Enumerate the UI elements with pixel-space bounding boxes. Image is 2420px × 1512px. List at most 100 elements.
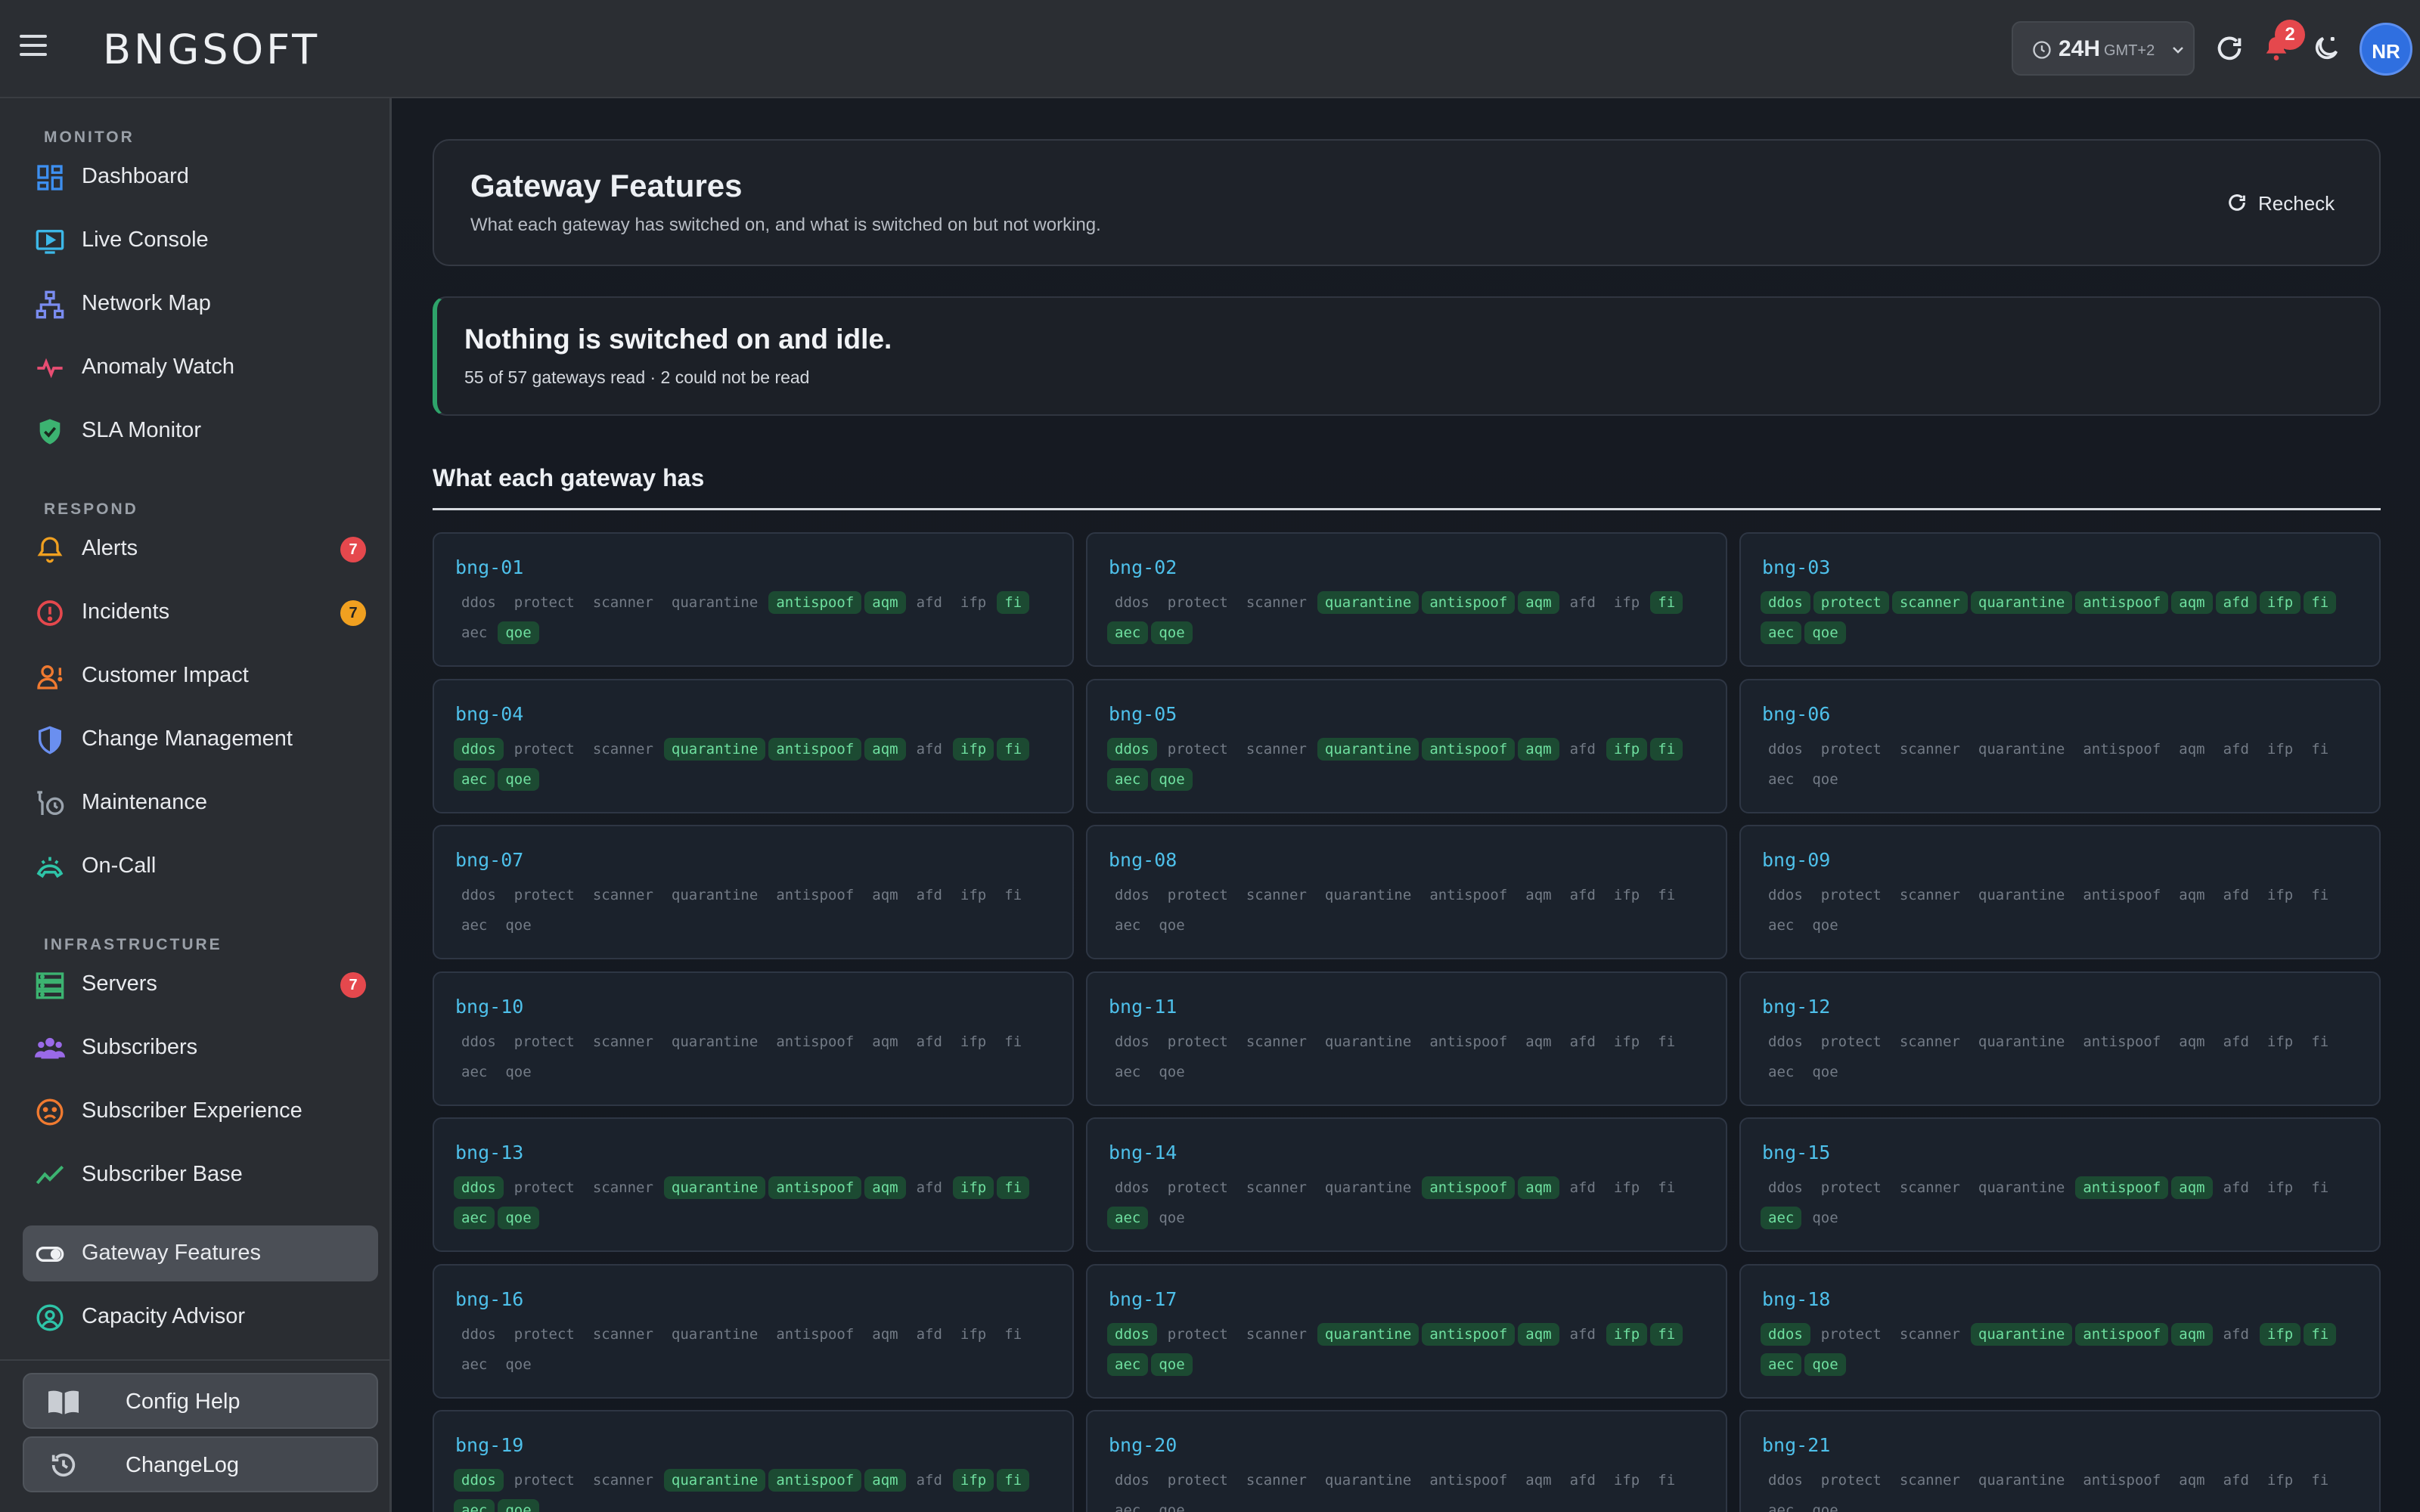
sidebar-item-live-console[interactable]: Live Console <box>23 212 378 268</box>
feature-tag-qoe-off: qoe <box>505 1356 532 1373</box>
feature-tag-qoe-on: qoe <box>1151 621 1193 644</box>
feature-tag-protect-off: protect <box>513 887 575 903</box>
gateway-card[interactable]: bng-15 ddos protect scanner quarantine antisp… <box>1739 1117 2381 1252</box>
changelog-button[interactable]: ChangeLog <box>23 1436 378 1492</box>
gateway-name[interactable]: bng-17 <box>1109 1288 1177 1310</box>
gateway-card[interactable]: bng-08 ddos protect scanner quarantine antisp… <box>1086 825 1727 959</box>
gateway-card[interactable]: bng-16 ddos protect scanner quarantine antisp… <box>433 1264 1074 1399</box>
gateway-name[interactable]: bng-09 <box>1762 849 1830 871</box>
feature-tag-qoe-on: qoe <box>498 1207 539 1229</box>
gateway-name[interactable]: bng-07 <box>455 849 523 871</box>
feature-tag-afd-off: afd <box>2223 741 2249 758</box>
feature-tag-aec-on: aec <box>1107 1207 1149 1229</box>
sidebar-item-capacity-advisor[interactable]: Capacity Advisor <box>23 1289 378 1345</box>
feature-tag-scanner-off: scanner <box>592 1179 653 1196</box>
gateway-name[interactable]: bng-14 <box>1109 1142 1177 1163</box>
gateway-name[interactable]: bng-05 <box>1109 703 1177 725</box>
moon-icon[interactable] <box>2311 33 2341 64</box>
feature-tag-aec-off: aec <box>461 917 488 934</box>
feature-tag-quarantine-on: quarantine <box>1317 738 1419 761</box>
gateway-card[interactable]: bng-02 ddos protect scanner quarantine antisp… <box>1086 532 1727 667</box>
menu-icon[interactable] <box>20 35 47 62</box>
gateway-card[interactable]: bng-09 ddos protect scanner quarantine antisp… <box>1739 825 2381 959</box>
gateway-card[interactable]: bng-21 ddos protect scanner quarantine antisp… <box>1739 1410 2381 1512</box>
gateway-name[interactable]: bng-18 <box>1762 1288 1830 1310</box>
gateway-name[interactable]: bng-15 <box>1762 1142 1830 1163</box>
sidebar-item-on-call[interactable]: On-Call <box>23 838 378 894</box>
gateway-name[interactable]: bng-08 <box>1109 849 1177 871</box>
gateway-name[interactable]: bng-13 <box>455 1142 523 1163</box>
gateway-name[interactable]: bng-20 <box>1109 1434 1177 1456</box>
sidebar-item-servers[interactable]: Servers 7 <box>23 956 378 1012</box>
sidebar-item-customer-impact[interactable]: Customer Impact <box>23 648 378 704</box>
feature-tag-aec-off: aec <box>1115 1502 1141 1512</box>
feature-tag-aqm-off: aqm <box>2179 887 2205 903</box>
sidebar-item-sla-monitor[interactable]: SLA Monitor <box>23 403 378 459</box>
feature-tag-scanner-off: scanner <box>1246 594 1307 611</box>
sidebar-item-label: Anomaly Watch <box>82 355 234 379</box>
sidebar-item-subscriber-base[interactable]: Subscriber Base <box>23 1147 378 1203</box>
feature-tag-ddos-off: ddos <box>1768 741 1803 758</box>
gateway-name[interactable]: bng-12 <box>1762 996 1830 1018</box>
refresh-icon[interactable] <box>2214 33 2245 64</box>
feature-tag-fi-off: fi <box>2311 1179 2329 1196</box>
gateway-name[interactable]: bng-06 <box>1762 703 1830 725</box>
config-help-button[interactable]: Config Help <box>23 1373 378 1429</box>
sidebar-item-dashboard[interactable]: Dashboard <box>23 149 378 205</box>
gateway-card[interactable]: bng-20 ddos protect scanner quarantine antisp… <box>1086 1410 1727 1512</box>
gateway-card[interactable]: bng-04 ddos protect scanner quarantine antisp… <box>433 679 1074 813</box>
gateway-name[interactable]: bng-19 <box>455 1434 523 1456</box>
recheck-button[interactable]: Recheck <box>2216 181 2367 224</box>
gateway-card[interactable]: bng-19 ddos protect scanner quarantine antisp… <box>433 1410 1074 1512</box>
gateway-name[interactable]: bng-03 <box>1762 556 1830 578</box>
gateway-card[interactable]: bng-11 ddos protect scanner quarantine antisp… <box>1086 971 1727 1106</box>
gateway-card[interactable]: bng-13 ddos protect scanner quarantine antisp… <box>433 1117 1074 1252</box>
feature-tag-afd-off: afd <box>2223 1179 2249 1196</box>
sidebar-item-label: Dashboard <box>82 164 189 188</box>
feature-tag-ddos-on: ddos <box>454 738 504 761</box>
sidebar-item-gateway-features[interactable]: Gateway Features <box>23 1225 378 1281</box>
sidebar-item-maintenance[interactable]: Maintenance <box>23 775 378 831</box>
gateway-name[interactable]: bng-02 <box>1109 556 1177 578</box>
sidebar-item-incidents[interactable]: Incidents 7 <box>23 584 378 640</box>
sidebar-item-change-management[interactable]: Change Management <box>23 711 378 767</box>
sidebar-item-anomaly-watch[interactable]: Anomaly Watch <box>23 339 378 395</box>
feature-tag-quarantine-off: quarantine <box>1324 1179 1412 1196</box>
user-avatar[interactable]: NR <box>2360 23 2412 76</box>
time-range-select[interactable]: 24H GMT+2 <box>2012 21 2195 76</box>
gateway-name[interactable]: bng-10 <box>455 996 523 1018</box>
feature-tag-ddos-on: ddos <box>1107 738 1157 761</box>
sidebar-item-subscribers[interactable]: Subscribers <box>23 1020 378 1076</box>
gateway-card[interactable]: bng-07 ddos protect scanner quarantine antisp… <box>433 825 1074 959</box>
gateway-card[interactable]: bng-03 ddos protect scanner quarantine antisp… <box>1739 532 2381 667</box>
feature-tag-ifp-off: ifp <box>960 1033 987 1050</box>
gateway-card[interactable]: bng-06 ddos protect scanner quarantine antisp… <box>1739 679 2381 813</box>
gateway-name[interactable]: bng-11 <box>1109 996 1177 1018</box>
app-logo[interactable]: BNGSOFT <box>103 26 320 73</box>
feature-tag-afd-off: afd <box>2223 1326 2249 1343</box>
feature-tag-quarantine-off: quarantine <box>1978 741 2065 758</box>
headset-icon <box>36 857 64 878</box>
gateway-card[interactable]: bng-01 ddos protect scanner quarantine antisp… <box>433 532 1074 667</box>
gateway-card[interactable]: bng-14 ddos protect scanner quarantine antisp… <box>1086 1117 1727 1252</box>
sidebar-item-subscriber-experience[interactable]: Subscriber Experience <box>23 1083 378 1139</box>
feature-tag-antispoof-on: antispoof <box>768 1469 862 1492</box>
sidebar-item-network-map[interactable]: Network Map <box>23 276 378 332</box>
feature-tag-ddos-on: ddos <box>1761 591 1810 614</box>
gateway-name[interactable]: bng-04 <box>455 703 523 725</box>
gateway-card[interactable]: bng-12 ddos protect scanner quarantine antisp… <box>1739 971 2381 1106</box>
gateway-card[interactable]: bng-10 ddos protect scanner quarantine antisp… <box>433 971 1074 1106</box>
feature-tag-ifp-on: ifp <box>1606 738 1648 761</box>
gateway-name[interactable]: bng-21 <box>1762 1434 1830 1456</box>
feature-tag-protect-off: protect <box>513 1179 575 1196</box>
gateway-card[interactable]: bng-17 ddos protect scanner quarantine antisp… <box>1086 1264 1727 1399</box>
feature-tag-protect-off: protect <box>1167 1033 1228 1050</box>
feature-tag-antispoof-on: antispoof <box>1422 1176 1516 1199</box>
gateway-name[interactable]: bng-16 <box>455 1288 523 1310</box>
gateway-name[interactable]: bng-01 <box>455 556 523 578</box>
feature-tag-aqm-off: aqm <box>2179 741 2205 758</box>
sidebar-item-alerts[interactable]: Alerts 7 <box>23 521 378 577</box>
toggle-icon <box>36 1247 64 1262</box>
gateway-card[interactable]: bng-05 ddos protect scanner quarantine antisp… <box>1086 679 1727 813</box>
gateway-card[interactable]: bng-18 ddos protect scanner quarantine antisp… <box>1739 1264 2381 1399</box>
